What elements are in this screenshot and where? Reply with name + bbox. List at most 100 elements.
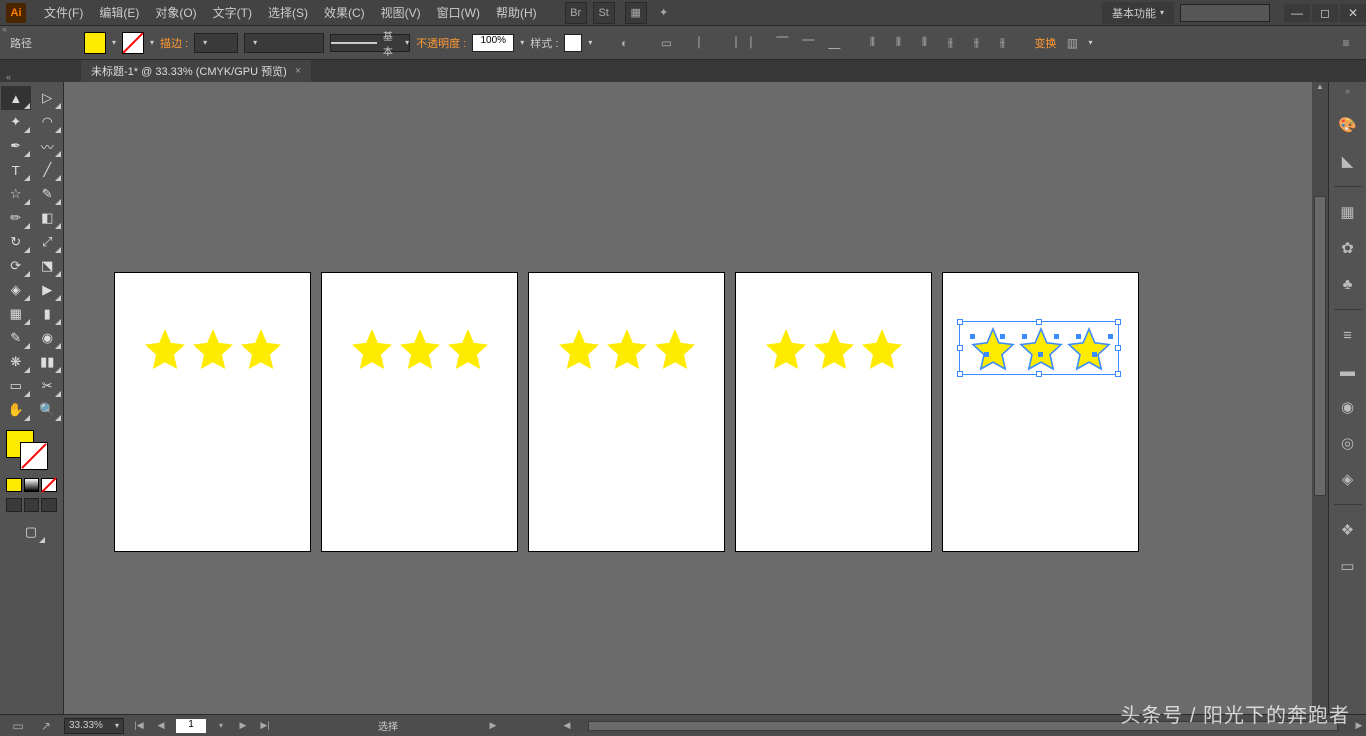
minimize-button[interactable]: — (1284, 4, 1310, 22)
menu-effect[interactable]: 效果(C) (316, 0, 373, 25)
width-tool[interactable]: ⟳ (1, 254, 31, 278)
transform-button[interactable]: 变换 (1034, 35, 1056, 51)
star-shape[interactable] (555, 325, 603, 373)
selection-handle[interactable] (1115, 319, 1121, 325)
vertical-scrollbar[interactable]: ▲ (1312, 82, 1328, 714)
menu-object[interactable]: 对象(O) (147, 0, 204, 25)
stroke-label[interactable]: 描边 : (160, 35, 188, 51)
scroll-right-icon[interactable]: ▶ (1352, 719, 1366, 733)
selection-handle[interactable] (1036, 319, 1042, 325)
isolate-icon[interactable]: ▥ (1062, 33, 1082, 53)
menu-view[interactable]: 视图(V) (373, 0, 429, 25)
shape-tool[interactable]: ☆ (1, 182, 31, 206)
artboard[interactable] (735, 272, 932, 552)
draw-normal-icon[interactable] (6, 498, 22, 512)
distribute-h-icon[interactable]: ⫴ (862, 33, 882, 53)
stroke-panel-icon[interactable]: ≡ (1335, 322, 1361, 348)
swatches-panel-icon[interactable]: ▦ (1335, 199, 1361, 225)
star-shape[interactable] (141, 325, 189, 373)
anchor-point[interactable] (1092, 352, 1097, 357)
blend-tool[interactable]: ◉ (33, 326, 63, 350)
status-icon-1[interactable]: ▭ (8, 716, 28, 736)
star-shape[interactable] (348, 325, 396, 373)
scrollbar-thumb[interactable] (1314, 196, 1326, 496)
star-shape[interactable] (396, 325, 444, 373)
close-button[interactable]: ✕ (1340, 4, 1366, 22)
screen-mode-tool[interactable]: ▢ (16, 520, 46, 544)
chevron-down-icon[interactable]: ▾ (1088, 38, 1092, 47)
first-artboard-icon[interactable]: |◀ (132, 719, 146, 733)
scrollbar-thumb[interactable] (588, 721, 1338, 731)
stock-icon[interactable]: St (593, 2, 615, 24)
panel-menu-icon[interactable]: ≡ (1336, 33, 1356, 53)
shape-builder-tool[interactable]: ◈ (1, 278, 31, 302)
scroll-up-icon[interactable]: ▲ (1312, 82, 1328, 96)
fill-stroke-swatches[interactable] (0, 428, 63, 472)
bridge-icon[interactable]: Br (565, 2, 587, 24)
opacity-input[interactable]: 100% (472, 34, 514, 52)
color-guide-panel-icon[interactable]: ◣ (1335, 148, 1361, 174)
last-artboard-icon[interactable]: ▶| (258, 719, 272, 733)
selection-handle[interactable] (957, 371, 963, 377)
prev-artboard-icon[interactable]: ◀ (154, 719, 168, 733)
distribute-v3-icon[interactable]: ⫵ (992, 33, 1012, 53)
menu-select[interactable]: 选择(S) (260, 0, 316, 25)
artboard-dropdown-icon[interactable]: ▾ (214, 719, 228, 733)
zoom-dropdown[interactable]: 33.33%▾ (64, 718, 124, 734)
selection-handle[interactable] (1036, 371, 1042, 377)
recolor-icon[interactable]: ◐ (614, 33, 634, 53)
search-input[interactable] (1180, 4, 1270, 22)
color-panel-icon[interactable]: 🎨 (1335, 112, 1361, 138)
anchor-point[interactable] (984, 352, 989, 357)
artboard[interactable] (528, 272, 725, 552)
paintbrush-tool[interactable]: ✎ (33, 182, 63, 206)
distribute-v-icon[interactable]: ⫵ (940, 33, 960, 53)
distribute-v2-icon[interactable]: ⫵ (966, 33, 986, 53)
gradient-mode-swatch[interactable] (24, 478, 40, 492)
menu-type[interactable]: 文字(T) (205, 0, 260, 25)
chevron-down-icon[interactable]: ▾ (150, 38, 154, 47)
slice-tool[interactable]: ✂ (33, 374, 63, 398)
gradient-tool[interactable]: ▮ (33, 302, 63, 326)
toolbox-stroke-swatch[interactable] (20, 442, 48, 470)
distribute-h3-icon[interactable]: ⫴ (914, 33, 934, 53)
appearance-panel-icon[interactable]: ◎ (1335, 430, 1361, 456)
workspace-switcher[interactable]: 基本功能 ▾ (1102, 2, 1174, 24)
selection-handle[interactable] (957, 319, 963, 325)
mesh-tool[interactable]: ▦ (1, 302, 31, 326)
transparency-panel-icon[interactable]: ◉ (1335, 394, 1361, 420)
free-transform-tool[interactable]: ⬔ (33, 254, 63, 278)
none-mode-swatch[interactable] (41, 478, 57, 492)
star-shape[interactable] (189, 325, 237, 373)
direct-selection-tool[interactable]: ▷ (33, 86, 63, 110)
gpu-icon[interactable]: ✦ (653, 2, 675, 24)
gradient-panel-icon[interactable]: ▬ (1335, 358, 1361, 384)
status-play-icon[interactable]: ▶ (486, 719, 500, 733)
anchor-point[interactable] (1076, 334, 1081, 339)
align-bottom-icon[interactable]: ⎽ (824, 33, 844, 53)
anchor-point[interactable] (1022, 334, 1027, 339)
draw-inside-icon[interactable] (41, 498, 57, 512)
eraser-tool[interactable]: ◧ (33, 206, 63, 230)
selection-handle[interactable] (1115, 345, 1121, 351)
scale-tool[interactable]: ⤢ (33, 230, 63, 254)
anchor-point[interactable] (1000, 334, 1005, 339)
anchor-point[interactable] (970, 334, 975, 339)
type-tool[interactable]: T (1, 158, 31, 182)
star-shape[interactable] (810, 325, 858, 373)
symbol-sprayer-tool[interactable]: ❋ (1, 350, 31, 374)
zoom-tool[interactable]: 🔍 (33, 398, 63, 422)
selection-handle[interactable] (957, 345, 963, 351)
graphic-style-swatch[interactable] (564, 34, 582, 52)
align-right-icon[interactable]: ⎸ (746, 33, 766, 53)
collapse-left-icon[interactable]: « (2, 24, 7, 34)
selection-bounding-box[interactable] (959, 321, 1119, 375)
artboard-selected[interactable] (942, 272, 1139, 552)
pen-tool[interactable]: ✒ (1, 134, 31, 158)
distribute-h2-icon[interactable]: ⫴ (888, 33, 908, 53)
variable-width-dropdown[interactable] (244, 33, 324, 53)
maximize-button[interactable]: ◻ (1312, 4, 1338, 22)
pencil-tool[interactable]: ✏ (1, 206, 31, 230)
symbols-panel-icon[interactable]: ♣ (1335, 271, 1361, 297)
star-shape[interactable] (237, 325, 285, 373)
